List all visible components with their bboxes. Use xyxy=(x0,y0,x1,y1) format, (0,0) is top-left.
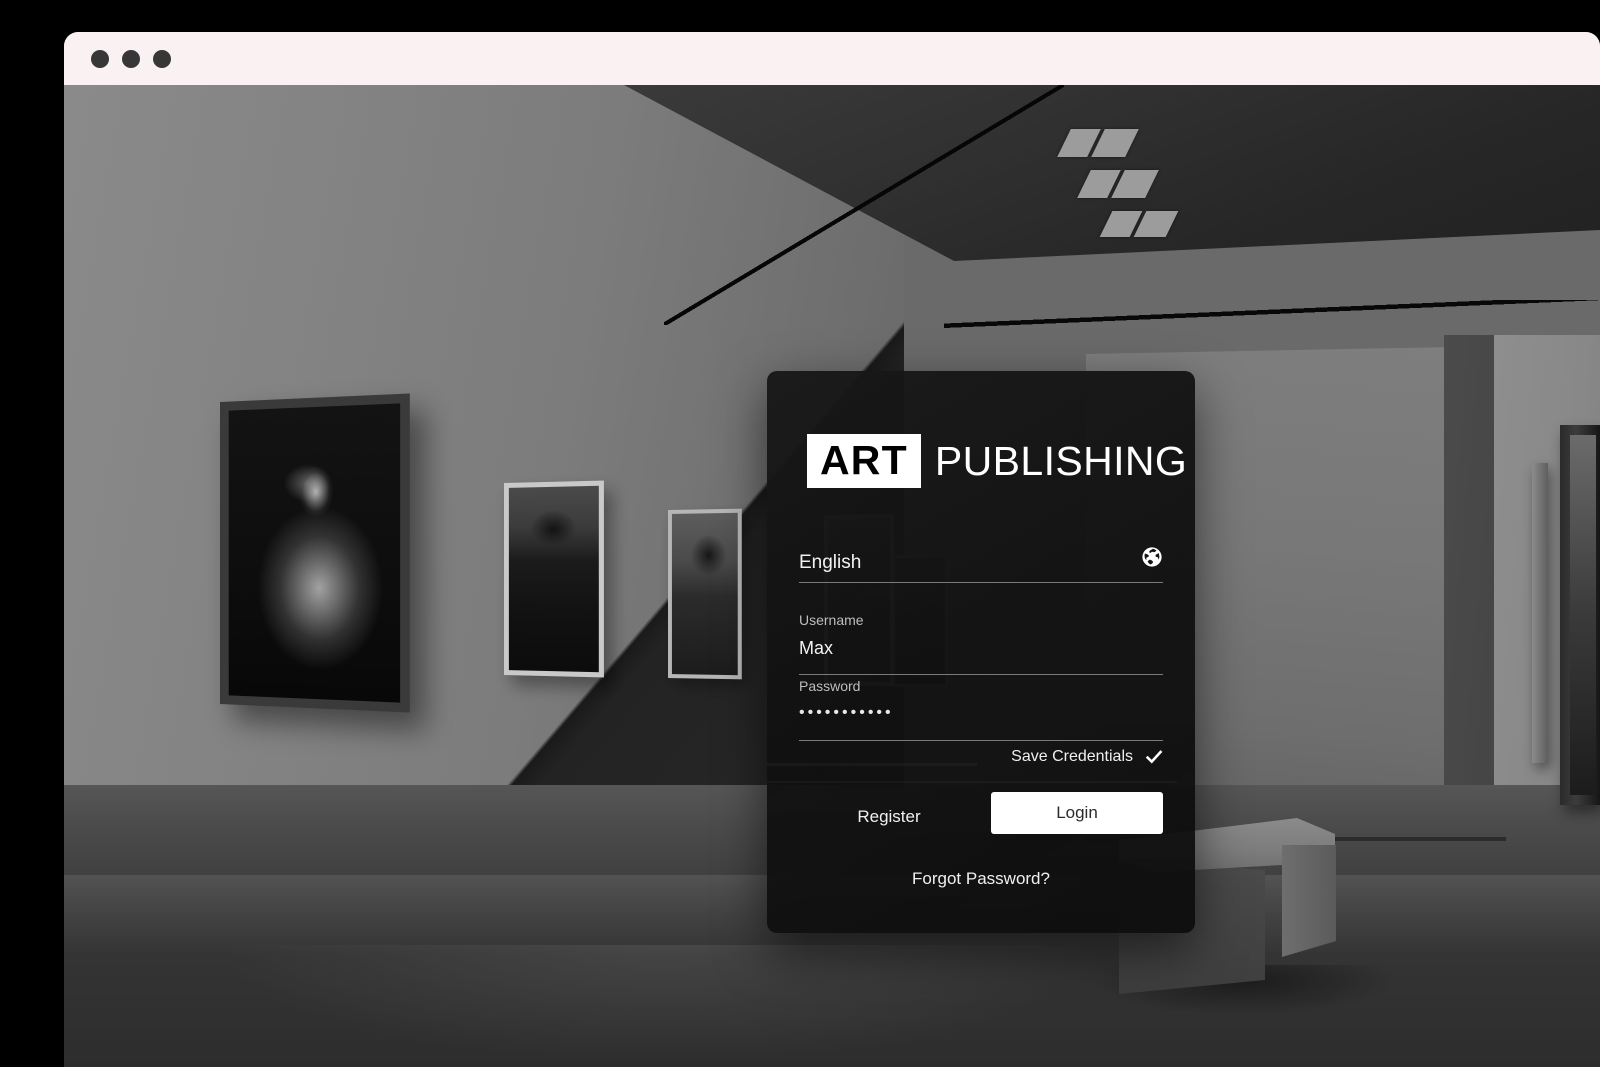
logo-mark-art: ART xyxy=(807,434,921,488)
language-select[interactable]: English xyxy=(799,546,1163,583)
logo-word-publishing: PUBLISHING xyxy=(934,437,1188,484)
app-screen: ART PUBLISHING English Username Max Pass… xyxy=(0,0,1600,1067)
checkmark-icon[interactable] xyxy=(1145,748,1163,766)
gallery-ceiling-edge-right xyxy=(944,300,1600,328)
framed-artwork-edge xyxy=(1560,425,1600,805)
register-button[interactable]: Register xyxy=(799,795,979,839)
save-credentials-label: Save Credentials xyxy=(1011,748,1133,765)
username-field[interactable]: Username Max xyxy=(799,607,1163,675)
bench-leg-right xyxy=(1282,845,1336,957)
artwork-canvas xyxy=(508,485,599,673)
password-label: Password xyxy=(799,678,861,694)
maximize-dot[interactable] xyxy=(153,49,171,68)
browser-window: ART PUBLISHING English Username Max Pass… xyxy=(64,32,1600,1067)
gallery-floor-reflection xyxy=(214,945,1114,1065)
minimize-dot[interactable] xyxy=(122,49,140,68)
forgot-password-link[interactable]: Forgot Password? xyxy=(767,869,1195,889)
artwork-canvas xyxy=(671,512,738,676)
framed-artwork xyxy=(668,508,742,680)
save-credentials-row[interactable]: Save Credentials xyxy=(1011,748,1163,766)
username-label: Username xyxy=(799,612,864,628)
artwork-canvas xyxy=(1570,435,1596,795)
close-dot[interactable] xyxy=(91,49,109,68)
browser-titlebar xyxy=(64,32,1600,85)
password-value: ••••••••••• xyxy=(799,704,894,721)
framed-artwork-edge xyxy=(1532,463,1548,763)
gallery-ceiling-edge-left xyxy=(664,85,1064,325)
card-streak xyxy=(767,763,977,766)
username-value: Max xyxy=(799,638,834,658)
login-button[interactable]: Login xyxy=(991,792,1163,834)
framed-artwork xyxy=(220,393,410,713)
password-field[interactable]: Password ••••••••••• xyxy=(799,673,1163,741)
login-card: ART PUBLISHING English Username Max Pass… xyxy=(767,371,1195,933)
card-streak xyxy=(767,781,1177,783)
brand-logo: ART PUBLISHING xyxy=(807,434,1187,488)
gallery-background: ART PUBLISHING English Username Max Pass… xyxy=(64,85,1600,1067)
framed-artwork xyxy=(504,480,604,678)
artwork-canvas xyxy=(228,403,401,703)
globe-icon[interactable] xyxy=(1141,546,1163,568)
language-select-value: English xyxy=(799,552,862,573)
